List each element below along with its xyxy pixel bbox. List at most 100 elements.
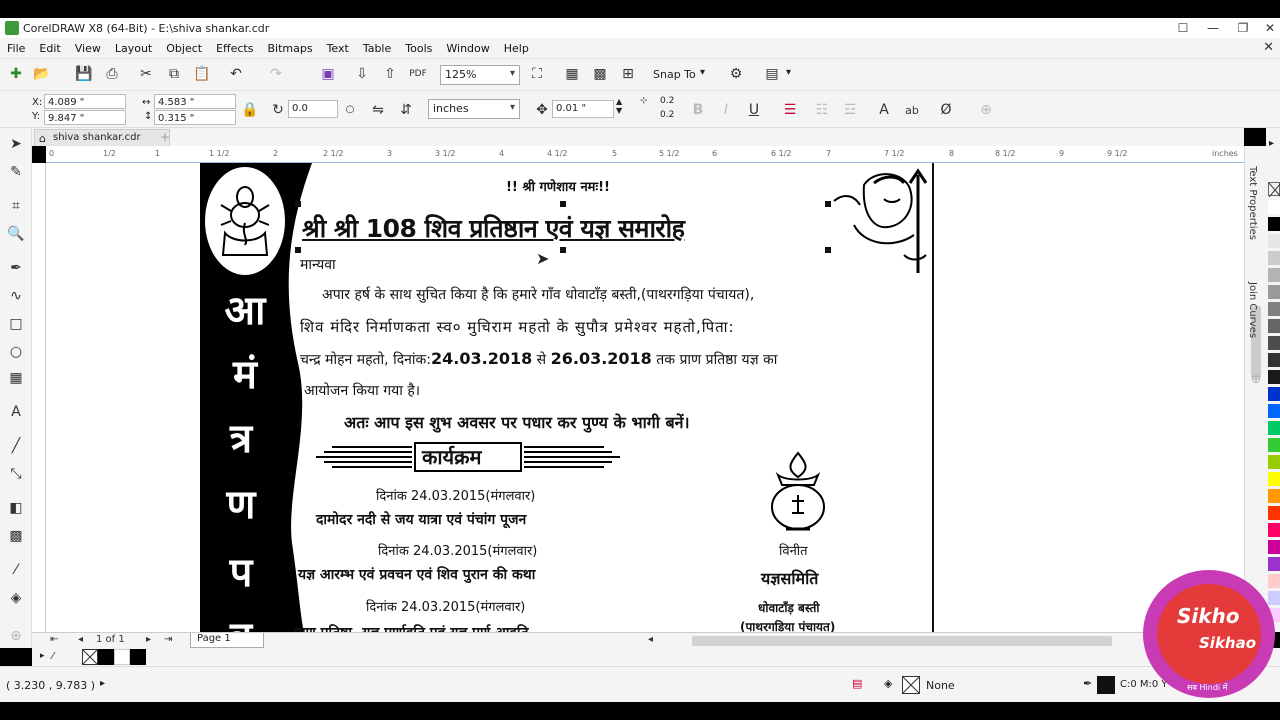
palette-arrow-icon[interactable]: ▸: [40, 651, 45, 661]
duplicate-y[interactable]: 0.2: [660, 110, 674, 120]
bullet-list-icon[interactable]: ☷: [812, 100, 832, 120]
scroll-left-icon[interactable]: ◂: [648, 634, 653, 645]
add-docker-icon[interactable]: ⊕: [976, 100, 996, 120]
show-guidelines-icon[interactable]: ⊞: [618, 64, 638, 84]
close-window-button[interactable]: ✕: [1255, 18, 1280, 38]
x-position-input[interactable]: 4.089 ": [44, 94, 126, 109]
horizontal-scrollbar[interactable]: [692, 636, 1112, 646]
pick-tool-icon[interactable]: ➤: [6, 134, 26, 154]
color-swatch[interactable]: [1268, 285, 1280, 299]
interactive-fill-tool-icon[interactable]: ◈: [6, 588, 26, 608]
text-properties-icon[interactable]: A: [874, 100, 894, 120]
color-swatch[interactable]: [1268, 319, 1280, 333]
join-curves-docker-tab[interactable]: Join Curves: [1247, 282, 1258, 338]
palette-scroll-up-icon[interactable]: ▸: [1269, 138, 1274, 149]
selection-handle[interactable]: [560, 247, 566, 253]
minimize-button[interactable]: —: [1198, 18, 1228, 38]
options-gear-icon[interactable]: ⚙: [726, 64, 746, 84]
width-input[interactable]: 4.583 ": [154, 94, 236, 109]
polygon-tool-icon[interactable]: ▦: [6, 368, 26, 388]
text-properties-docker-tab[interactable]: Text Properties: [1247, 166, 1258, 240]
document-tab[interactable]: ⌂ shiva shankar.cdr: [34, 129, 170, 146]
color-swatch[interactable]: [1268, 455, 1280, 469]
fill-bucket-icon[interactable]: ◈: [884, 677, 892, 690]
next-page-icon[interactable]: ▸: [146, 634, 151, 645]
drop-shadow-tool-icon[interactable]: ◧: [6, 498, 26, 518]
color-swatch[interactable]: [1268, 387, 1280, 401]
zoom-tool-icon[interactable]: 🔍: [6, 224, 26, 244]
color-swatch[interactable]: [1268, 438, 1280, 452]
last-page-icon[interactable]: ⇥: [164, 634, 172, 645]
color-swatch[interactable]: [1268, 557, 1280, 571]
color-swatch[interactable]: [1268, 489, 1280, 503]
menu-edit[interactable]: Edit: [32, 42, 67, 55]
no-color-swatch[interactable]: [1268, 182, 1280, 198]
italic-button[interactable]: I: [716, 100, 736, 120]
color-swatch[interactable]: [1268, 251, 1280, 265]
color-swatch[interactable]: [1268, 336, 1280, 350]
nudge-distance-input[interactable]: 0.01 ": [552, 100, 614, 118]
color-swatch[interactable]: [1268, 506, 1280, 520]
parallel-dimension-tool-icon[interactable]: ╱: [6, 436, 26, 456]
mirror-horizontal-icon[interactable]: ⇋: [368, 100, 388, 120]
close-document-icon[interactable]: ✕: [1263, 40, 1274, 55]
crop-tool-icon[interactable]: ⌗: [6, 196, 26, 216]
no-fill-swatch[interactable]: [82, 649, 98, 665]
nudge-stepper[interactable]: ▲ ▼: [616, 97, 622, 115]
interactive-oldstyle-icon[interactable]: Ø: [936, 100, 956, 120]
undo-icon[interactable]: ↶: [226, 64, 246, 84]
home-icon[interactable]: ⌂: [39, 132, 46, 145]
first-page-icon[interactable]: ⇤: [50, 634, 58, 645]
eyedropper-tool-icon[interactable]: ⁄: [6, 560, 26, 580]
publish-pdf-icon[interactable]: PDF: [408, 64, 428, 84]
drop-cap-icon[interactable]: ☲: [840, 100, 860, 120]
restore-button[interactable]: ❐: [1228, 18, 1258, 38]
menu-table[interactable]: Table: [356, 42, 398, 55]
color-swatch[interactable]: [1268, 268, 1280, 282]
menu-bitmaps[interactable]: Bitmaps: [260, 42, 319, 55]
freehand-tool-icon[interactable]: ✒: [6, 258, 26, 278]
connector-tool-icon[interactable]: ⤡: [6, 464, 26, 484]
selection-handle[interactable]: [560, 201, 566, 207]
launcher-chevron-icon[interactable]: ▾: [786, 67, 791, 78]
redo-icon[interactable]: ↷: [266, 64, 286, 84]
horizontal-ruler[interactable]: 0 1/2 1 1 1/2 2 2 1/2 3 3 1/2 4 4 1/2 5 …: [46, 146, 1244, 163]
menu-file[interactable]: File: [0, 42, 32, 55]
print-icon[interactable]: ⎙: [102, 64, 122, 84]
show-grid-icon[interactable]: ▩: [590, 64, 610, 84]
units-select[interactable]: inches: [428, 99, 520, 119]
page-tab[interactable]: Page 1: [190, 633, 264, 648]
color-swatch[interactable]: [1268, 591, 1280, 605]
menu-layout[interactable]: Layout: [108, 42, 159, 55]
color-swatch[interactable]: [1268, 421, 1280, 435]
color-swatch[interactable]: [1268, 404, 1280, 418]
color-swatch[interactable]: [1268, 540, 1280, 554]
add-tool-icon[interactable]: ⊕: [6, 626, 26, 646]
status-expand-icon[interactable]: ▸: [100, 678, 105, 689]
color-swatch[interactable]: [1268, 217, 1280, 231]
copy-icon[interactable]: ⧉: [164, 64, 184, 84]
duplicate-x[interactable]: 0.2: [660, 96, 674, 106]
fill-none-swatch[interactable]: [902, 676, 920, 694]
menu-help[interactable]: Help: [497, 42, 536, 55]
shape-tool-icon[interactable]: ✎: [6, 162, 26, 182]
white-swatch[interactable]: [114, 649, 130, 665]
color-swatch[interactable]: [1268, 353, 1280, 367]
cut-icon[interactable]: ✂: [136, 64, 156, 84]
outline-color-swatch[interactable]: [1097, 676, 1115, 694]
export-icon[interactable]: ⇧: [380, 64, 400, 84]
text-tool-icon[interactable]: A: [6, 402, 26, 422]
rotation-input[interactable]: 0.0: [288, 100, 338, 118]
menu-tools[interactable]: Tools: [398, 42, 439, 55]
black-swatch[interactable]: [130, 649, 146, 665]
open-icon[interactable]: 📂: [32, 64, 52, 84]
color-swatch[interactable]: [1268, 472, 1280, 486]
previous-page-icon[interactable]: ◂: [78, 634, 83, 645]
eyedropper-icon[interactable]: ⁄: [52, 651, 54, 662]
help-window-icon[interactable]: ☐: [1168, 18, 1198, 38]
y-position-input[interactable]: 9.847 ": [44, 110, 126, 125]
color-swatch[interactable]: [1268, 574, 1280, 588]
menu-view[interactable]: View: [68, 42, 108, 55]
lock-ratio-icon[interactable]: 🔒: [240, 100, 260, 120]
color-swatch[interactable]: [1268, 234, 1280, 248]
